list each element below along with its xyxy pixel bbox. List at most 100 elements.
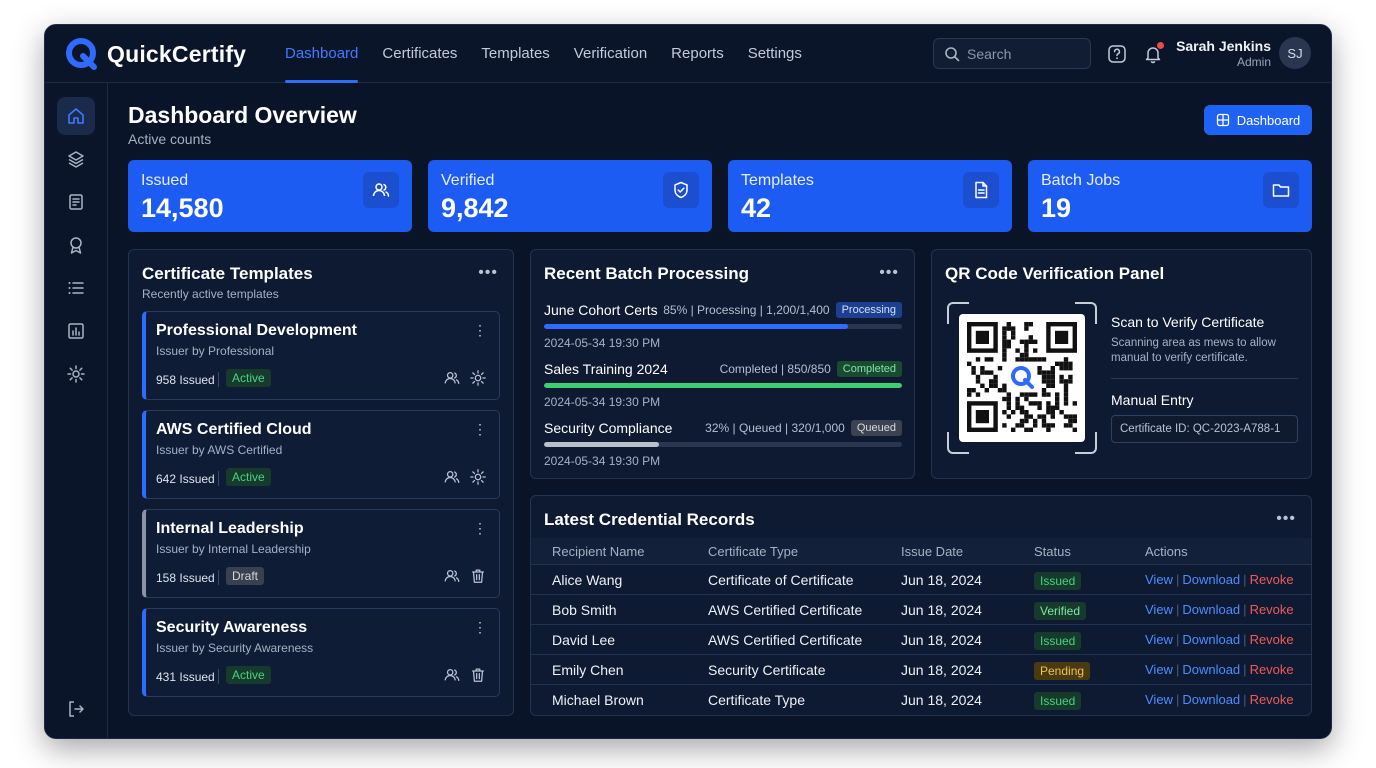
users-icon[interactable] [443, 567, 461, 590]
separator: | [1175, 692, 1180, 707]
page-title: Dashboard Overview [128, 102, 357, 128]
grid-icon [1216, 113, 1229, 127]
search-input[interactable] [967, 45, 1077, 62]
stat-card-issued[interactable]: Issued 14,580 [128, 160, 412, 232]
search-icon [945, 46, 960, 61]
sidebar-item-certificates[interactable] [57, 183, 95, 221]
download-link[interactable]: Download [1182, 662, 1240, 677]
nav-templates[interactable]: Templates [469, 25, 561, 83]
chart-icon [68, 323, 84, 339]
more-options-button[interactable]: ••• [1276, 510, 1296, 528]
nav-verification[interactable]: Verification [562, 25, 659, 83]
sidebar-item-home[interactable] [57, 97, 95, 135]
revoke-link[interactable]: Revoke [1250, 692, 1294, 707]
separator: | [1243, 662, 1247, 677]
avatar[interactable]: SJ [1279, 37, 1311, 69]
stat-card-templates[interactable]: Templates 42 [728, 160, 1012, 232]
logo[interactable]: QuickCertify [65, 37, 246, 71]
stat-card-batch-jobs[interactable]: Batch Jobs 19 [1028, 160, 1312, 232]
divider [218, 471, 219, 486]
panel-title: Certificate Templates [142, 264, 313, 283]
progress-bar [544, 442, 902, 447]
download-link[interactable]: Download [1182, 632, 1240, 647]
gear-icon[interactable] [469, 369, 487, 392]
qr-scan-area[interactable] [947, 302, 1097, 454]
table-row[interactable]: David Lee AWS Certified Certificate Jun … [531, 624, 1311, 654]
notifications-button[interactable] [1141, 42, 1165, 66]
sidebar-item-list[interactable] [57, 269, 95, 307]
kebab-menu-icon[interactable]: ⋮ [473, 619, 487, 636]
issue-date: Jun 18, 2024 [901, 601, 982, 618]
trash-icon[interactable] [469, 666, 487, 689]
column-header[interactable]: Status [1034, 544, 1145, 559]
table-header: Recipient Name Certificate Type Issue Da… [531, 538, 1311, 564]
page-subtitle: Active counts [128, 131, 212, 147]
download-link[interactable]: Download [1182, 572, 1240, 587]
users-icon[interactable] [443, 468, 461, 491]
revoke-link[interactable]: Revoke [1250, 572, 1294, 587]
table-row[interactable]: Michael Brown Certificate Type Jun 18, 2… [531, 684, 1311, 714]
users-icon[interactable] [443, 369, 461, 392]
table-row[interactable]: Alice Wang Certificate of Certificate Ju… [531, 564, 1311, 594]
row-actions: View | Download | Revoke [1145, 602, 1311, 617]
manual-entry-label: Manual Entry [1111, 392, 1194, 408]
kebab-menu-icon[interactable]: ⋮ [473, 322, 487, 339]
users-icon[interactable] [443, 666, 461, 689]
view-link[interactable]: View [1145, 572, 1173, 587]
help-button[interactable] [1105, 42, 1129, 66]
records-table: Recipient Name Certificate Type Issue Da… [531, 538, 1311, 714]
download-link[interactable]: Download [1182, 692, 1240, 707]
column-header[interactable]: Recipient Name [531, 544, 708, 559]
template-card[interactable]: AWS Certified Cloud Issuer by AWS Certif… [142, 410, 500, 499]
status-badge: Active [226, 666, 271, 684]
more-options-button[interactable]: ••• [478, 264, 498, 282]
column-header[interactable]: Actions [1145, 544, 1311, 559]
sidebar-item-layers[interactable] [57, 140, 95, 178]
panel-title: Recent Batch Processing [544, 264, 750, 283]
certificate-templates-panel: Certificate Templates Recently active te… [128, 249, 514, 716]
view-link[interactable]: View [1145, 602, 1173, 617]
app-name: QuickCertify [107, 40, 247, 67]
kebab-menu-icon[interactable]: ⋮ [473, 421, 487, 438]
column-header[interactable]: Issue Date [901, 544, 1034, 559]
revoke-link[interactable]: Revoke [1250, 602, 1294, 617]
count-suffix: Issued [179, 571, 215, 585]
count-value: 158 [156, 571, 177, 585]
sidebar-item-awards[interactable] [57, 226, 95, 264]
status-cell: Issued [1034, 631, 1145, 650]
sidebar-item-reports[interactable] [57, 312, 95, 350]
count-value: 642 [156, 472, 177, 486]
revoke-link[interactable]: Revoke [1250, 632, 1294, 647]
search-box[interactable] [933, 38, 1091, 69]
table-row[interactable]: Emily Chen Security Certificate Jun 18, … [531, 654, 1311, 684]
stat-label: Issued [141, 172, 189, 189]
batch-meta: Completed | 850/850 Completed [720, 361, 902, 377]
kebab-menu-icon[interactable]: ⋮ [473, 520, 487, 537]
trash-icon[interactable] [469, 567, 487, 590]
download-link[interactable]: Download [1182, 602, 1240, 617]
view-link[interactable]: View [1145, 662, 1173, 677]
template-card[interactable]: Internal Leadership Issuer by Internal L… [142, 509, 500, 598]
view-link[interactable]: View [1145, 632, 1173, 647]
stat-value: 42 [741, 193, 772, 223]
revoke-link[interactable]: Revoke [1250, 662, 1294, 677]
table-row[interactable]: Bob Smith AWS Certified Certificate Jun … [531, 594, 1311, 624]
divider [218, 372, 219, 387]
gear-icon[interactable] [469, 468, 487, 491]
nav-dashboard[interactable]: Dashboard [273, 25, 370, 83]
view-link[interactable]: View [1145, 692, 1173, 707]
logout-button[interactable] [57, 690, 95, 728]
column-header[interactable]: Certificate Type [708, 544, 901, 559]
sidebar-item-settings[interactable] [57, 355, 95, 393]
more-options-button[interactable]: ••• [879, 264, 899, 282]
user-info[interactable]: Sarah Jenkins Admin [1175, 38, 1271, 69]
nav-settings[interactable]: Settings [736, 25, 814, 83]
nav-reports[interactable]: Reports [659, 25, 736, 83]
template-card[interactable]: Professional Development Issuer by Profe… [142, 311, 500, 400]
divider [218, 669, 219, 684]
certificate-id-field[interactable] [1111, 415, 1298, 443]
dashboard-button[interactable]: Dashboard [1204, 105, 1312, 135]
nav-certificates[interactable]: Certificates [370, 25, 469, 83]
stat-card-verified[interactable]: Verified 9,842 [428, 160, 712, 232]
template-card[interactable]: Security Awareness Issuer by Security Aw… [142, 608, 500, 697]
